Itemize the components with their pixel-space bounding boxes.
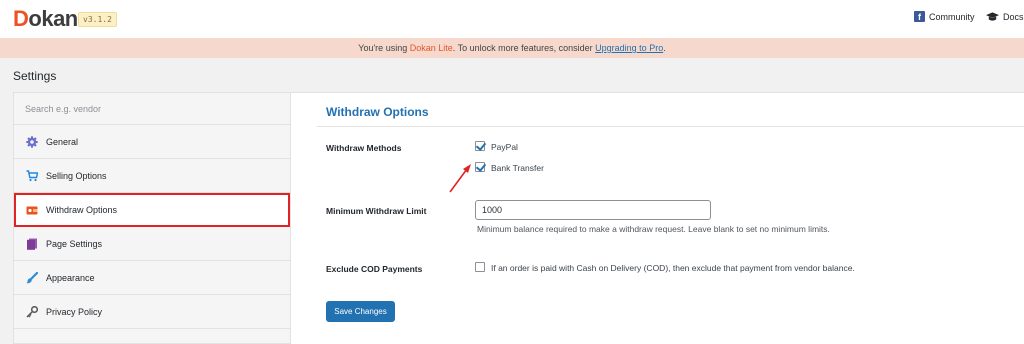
upgrade-link[interactable]: Upgrading to Pro: [595, 43, 663, 53]
top-bar: Dokan v3.1.2 f Community Docs: [0, 0, 1024, 38]
divider: [317, 126, 1024, 127]
sidebar-item-page-settings[interactable]: Page Settings: [14, 227, 290, 261]
paypal-label: PayPal: [491, 142, 518, 152]
docs-link[interactable]: Docs: [986, 11, 1024, 22]
sidebar-item-appearance[interactable]: Appearance: [14, 261, 290, 295]
bank-transfer-checkbox[interactable]: [475, 162, 485, 172]
community-label: Community: [929, 11, 975, 22]
brush-icon: [26, 271, 38, 283]
min-withdraw-limit-input[interactable]: [475, 200, 711, 220]
page-icon: [27, 238, 37, 250]
sidebar-item-label: Selling Options: [46, 170, 107, 181]
sidebar-item-label: General: [46, 136, 79, 147]
notice-text: . To unlock more features, consider: [452, 43, 596, 53]
settings-panel: Withdraw Options Withdraw Methods PayPal…: [291, 92, 1024, 344]
exclude-cod-label: Exclude COD Payments: [326, 264, 423, 274]
upgrade-notice: You're using Dokan Lite. To unlock more …: [0, 38, 1024, 58]
cart-icon: [26, 169, 38, 181]
notice-text: .: [663, 43, 666, 53]
gear-icon: [26, 135, 38, 148]
sidebar-item-withdraw-options[interactable]: Withdraw Options: [14, 193, 290, 227]
facebook-icon: f: [914, 11, 925, 22]
page-title: Settings: [13, 69, 57, 83]
key-icon: [26, 305, 38, 318]
section-title: Withdraw Options: [326, 105, 429, 119]
dokan-logo[interactable]: Dokan: [13, 6, 78, 32]
notice-product: Dokan Lite: [409, 43, 453, 53]
search-input[interactable]: [14, 93, 290, 125]
sidebar-item-selling-options[interactable]: Selling Options: [14, 159, 290, 193]
notice-text: You're using: [358, 43, 410, 53]
min-limit-help-text: Minimum balance required to make a withd…: [477, 224, 830, 234]
withdraw-icon: [26, 206, 38, 214]
annotation-arrow-icon: [449, 164, 471, 193]
paypal-checkbox[interactable]: [475, 141, 485, 151]
community-link[interactable]: f Community: [914, 11, 975, 22]
sidebar-item-label: Page Settings: [46, 238, 103, 249]
min-withdraw-limit-label: Minimum Withdraw Limit: [326, 206, 427, 216]
graduation-cap-icon: [986, 12, 999, 21]
sidebar-item-privacy-policy[interactable]: Privacy Policy: [14, 295, 290, 329]
bank-transfer-label: Bank Transfer: [491, 163, 544, 173]
withdraw-methods-label: Withdraw Methods: [326, 143, 402, 153]
sidebar-item-label: Appearance: [46, 272, 95, 283]
sidebar-item-label: Withdraw Options: [46, 204, 118, 215]
save-changes-button[interactable]: Save Changes: [326, 301, 395, 322]
exclude-cod-checkbox[interactable]: [475, 262, 485, 272]
settings-sidebar: General Selling Options Withdraw Options…: [13, 92, 291, 344]
docs-label: Docs: [1003, 11, 1024, 22]
sidebar-item-general[interactable]: General: [14, 125, 290, 159]
sidebar-item-label: Privacy Policy: [46, 306, 103, 317]
version-badge: v3.1.2: [78, 12, 117, 27]
exclude-cod-text: If an order is paid with Cash on Deliver…: [491, 263, 855, 273]
